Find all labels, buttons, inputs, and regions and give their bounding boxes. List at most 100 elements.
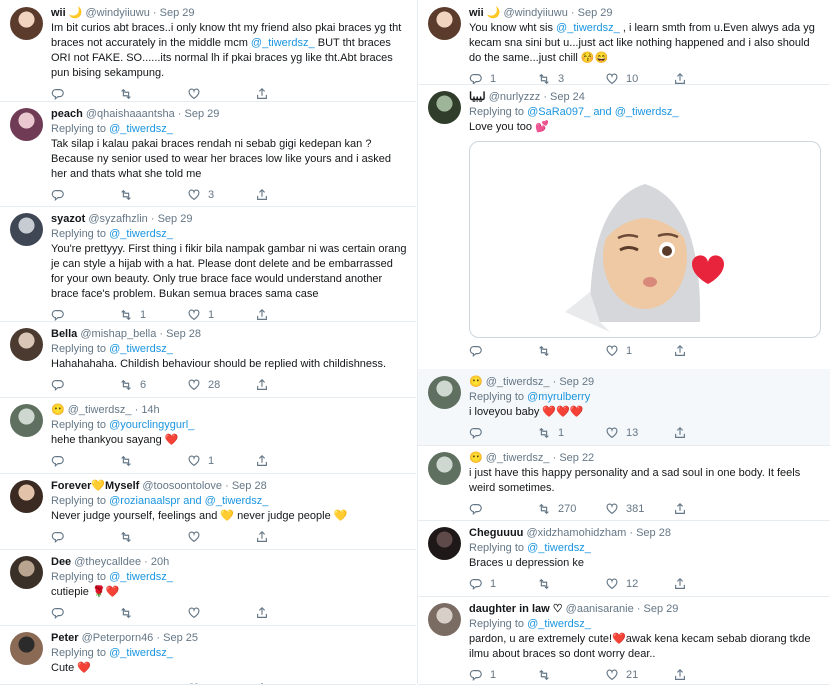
- timestamp[interactable]: Sep 29: [158, 213, 193, 225]
- retweet-button[interactable]: [119, 605, 187, 621]
- tweet-reply[interactable]: wii 🌙 @windyiiuwu · Sep 29 You know wht s…: [418, 0, 830, 85]
- reply-button[interactable]: 1: [469, 71, 537, 84]
- replying-to-users[interactable]: @_tiwerdsz_: [109, 123, 173, 135]
- timestamp[interactable]: Sep 29: [185, 108, 220, 120]
- tweet-reply[interactable]: Peter @Peterporn46 · Sep 25 Replying to @…: [0, 625, 416, 685]
- retweet-button[interactable]: 3: [537, 71, 605, 84]
- share-button[interactable]: [673, 667, 741, 683]
- display-name[interactable]: Forever💛Myself: [51, 480, 139, 492]
- mention-link[interactable]: @_tiwerdsz_: [251, 37, 315, 49]
- like-button[interactable]: 21: [605, 667, 673, 683]
- display-name[interactable]: Peter: [51, 632, 79, 644]
- like-button[interactable]: 1: [605, 343, 673, 359]
- reply-button[interactable]: [51, 453, 119, 469]
- like-button[interactable]: 1: [187, 453, 255, 469]
- share-button[interactable]: [673, 343, 741, 359]
- timestamp[interactable]: Sep 28: [166, 328, 201, 340]
- tweet-reply[interactable]: Dee @theycalldee · 20h Replying to @_tiwe…: [0, 549, 416, 626]
- reply-button[interactable]: [51, 529, 119, 545]
- like-button[interactable]: 10: [605, 71, 673, 84]
- like-button[interactable]: 13: [605, 425, 673, 441]
- retweet-button[interactable]: 270: [537, 501, 605, 517]
- tweet-reply[interactable]: Forever💛Myself @toosoontolove · Sep 28 Re…: [0, 473, 416, 550]
- user-handle[interactable]: @qhaishaaantsha: [86, 108, 175, 120]
- like-button[interactable]: [187, 605, 255, 621]
- reply-button[interactable]: [51, 681, 119, 684]
- share-button[interactable]: [255, 605, 323, 621]
- share-button[interactable]: [673, 425, 741, 441]
- retweet-button[interactable]: [119, 529, 187, 545]
- mention-link[interactable]: @_tiwerdsz_: [556, 22, 620, 34]
- user-handle[interactable]: @toosoontolove: [142, 480, 222, 492]
- replying-to-users[interactable]: @myrulberry: [527, 391, 590, 403]
- user-handle[interactable]: @_tiwerdsz_: [486, 452, 550, 464]
- avatar[interactable]: [428, 7, 461, 40]
- tweet-reply[interactable]: peach @qhaishaaantsha · Sep 29 Replying t…: [0, 101, 416, 207]
- timestamp[interactable]: Sep 24: [550, 91, 585, 103]
- share-button[interactable]: [255, 307, 323, 321]
- retweet-button[interactable]: [537, 343, 605, 359]
- reply-button[interactable]: [51, 605, 119, 621]
- display-name[interactable]: ليبيا: [469, 91, 486, 103]
- avatar[interactable]: [10, 556, 43, 589]
- reply-button[interactable]: [469, 425, 537, 441]
- like-button[interactable]: 3: [187, 187, 255, 203]
- timestamp[interactable]: Sep 28: [232, 480, 267, 492]
- user-handle[interactable]: @mishap_bella: [80, 328, 156, 340]
- share-button[interactable]: [255, 453, 323, 469]
- like-button[interactable]: 1: [187, 307, 255, 321]
- display-name[interactable]: wii 🌙: [469, 7, 500, 19]
- tweet-reply[interactable]: 😶 @_tiwerdsz_ · Sep 29 Replying to @myrul…: [418, 369, 830, 446]
- display-name[interactable]: Dee: [51, 556, 71, 568]
- reply-button[interactable]: [51, 377, 119, 393]
- replying-to-users[interactable]: @_tiwerdsz_: [527, 618, 591, 630]
- timestamp[interactable]: Sep 25: [163, 632, 198, 644]
- retweet-button[interactable]: 1: [119, 307, 187, 321]
- reply-button[interactable]: [469, 343, 537, 359]
- tweet-reply[interactable]: Bella @mishap_bella · Sep 28 Replying to …: [0, 321, 416, 398]
- replying-to-users[interactable]: @SaRa097_ and @_tiwerdsz_: [527, 106, 678, 118]
- replying-to-users[interactable]: @_tiwerdsz_: [109, 647, 173, 659]
- avatar[interactable]: [428, 603, 461, 636]
- user-handle[interactable]: @theycalldee: [74, 556, 141, 568]
- display-name[interactable]: 😶: [51, 404, 65, 416]
- retweet-button[interactable]: [537, 576, 605, 592]
- user-handle[interactable]: @_tiwerdsz_: [486, 376, 550, 388]
- retweet-button[interactable]: [119, 681, 187, 684]
- like-button[interactable]: 28: [187, 377, 255, 393]
- tweet-reply[interactable]: wii 🌙 @windyiiuwu · Sep 29 Im bit curios …: [0, 0, 416, 102]
- timestamp[interactable]: Sep 29: [559, 376, 594, 388]
- reply-button[interactable]: [469, 501, 537, 517]
- user-handle[interactable]: @aanisaranie: [566, 603, 634, 615]
- reply-button[interactable]: 1: [469, 667, 537, 683]
- tweet-reply[interactable]: 😶 @_tiwerdsz_ · Sep 22 i just have this h…: [418, 445, 830, 521]
- timestamp[interactable]: 14h: [141, 404, 159, 416]
- reply-button[interactable]: 1: [469, 576, 537, 592]
- share-button[interactable]: [673, 576, 741, 592]
- retweet-button[interactable]: [119, 86, 187, 101]
- display-name[interactable]: 😶: [469, 376, 483, 388]
- reply-button[interactable]: [51, 187, 119, 203]
- avatar[interactable]: [10, 328, 43, 361]
- share-button[interactable]: [255, 681, 323, 684]
- avatar[interactable]: [428, 376, 461, 409]
- display-name[interactable]: Bella: [51, 328, 77, 340]
- like-button[interactable]: [187, 86, 255, 101]
- display-name[interactable]: daughter in law ♡: [469, 603, 563, 615]
- avatar[interactable]: [428, 452, 461, 485]
- replying-to-users[interactable]: @yourclingygurl_: [109, 419, 194, 431]
- user-handle[interactable]: @windyiiuwu: [503, 7, 567, 19]
- like-button[interactable]: [187, 529, 255, 545]
- share-button[interactable]: [673, 71, 741, 84]
- like-button[interactable]: [187, 681, 255, 684]
- timestamp[interactable]: Sep 28: [636, 527, 671, 539]
- media-image-memoji[interactable]: [469, 141, 821, 338]
- replying-to-users[interactable]: @_tiwerdsz_: [527, 542, 591, 554]
- timestamp[interactable]: Sep 29: [578, 7, 613, 19]
- user-handle[interactable]: @syzafhzlin: [88, 213, 147, 225]
- retweet-button[interactable]: [119, 187, 187, 203]
- display-name[interactable]: syazot: [51, 213, 85, 225]
- replying-to-users[interactable]: @_tiwerdsz_: [109, 228, 173, 240]
- replying-to-users[interactable]: @rozianaalspr and @_tiwerdsz_: [109, 495, 268, 507]
- timestamp[interactable]: Sep 29: [160, 7, 195, 19]
